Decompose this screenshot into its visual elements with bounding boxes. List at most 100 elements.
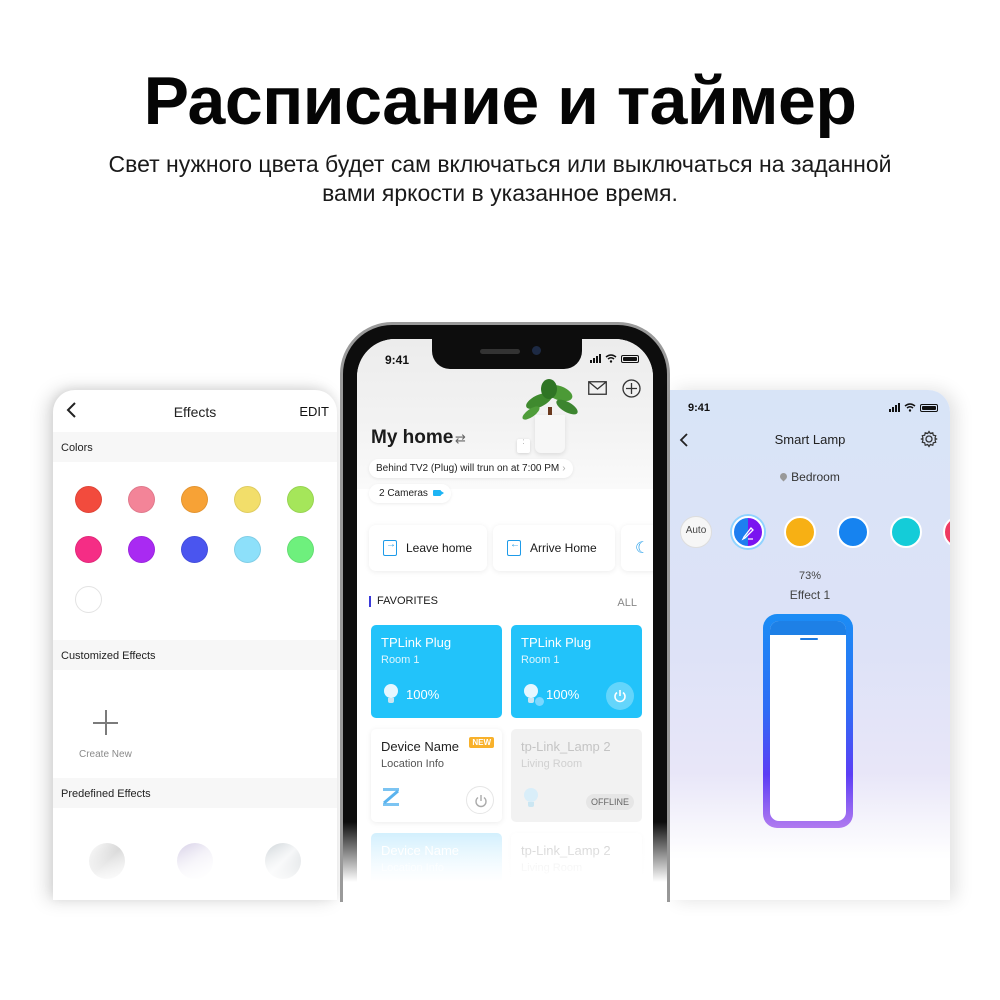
effects-header: Effects EDIT (53, 390, 337, 432)
device-card[interactable]: tp-Link_Lamp 2 Living Room (511, 833, 642, 902)
power-icon (614, 690, 626, 703)
device-card[interactable]: tp-Link_Lamp 2 Living Room OFFLINE (511, 729, 642, 822)
device-location: Room 1 (521, 654, 560, 666)
wifi-icon (904, 403, 916, 412)
leave-home-icon (383, 539, 397, 556)
device-level: 100% (406, 687, 440, 702)
color-swatch[interactable] (287, 536, 314, 563)
power-icon (475, 795, 487, 808)
scene-leave-home[interactable]: Leave home (369, 525, 487, 571)
scene-arrive-home[interactable]: Arrive Home (493, 525, 615, 571)
status-time: 9:41 (385, 353, 410, 367)
schedule-notice[interactable]: Behind TV2 (Plug) will trun on at 7:00 P… (369, 459, 573, 478)
new-badge: NEW (469, 737, 494, 748)
brightness-slider-fill (770, 621, 846, 635)
page-headline: Расписание и таймер (143, 63, 857, 139)
device-location: Living Room (521, 758, 583, 770)
scene-label: Leave home (406, 541, 473, 555)
device-name: tp-Link_Lamp 2 (521, 739, 611, 754)
status-bar-icons (889, 403, 938, 412)
favorites-all-link[interactable]: ALL (617, 597, 637, 609)
customized-effects-header: Customized Effects (53, 640, 337, 670)
signal-icon (889, 403, 900, 412)
color-swatch[interactable] (234, 536, 261, 563)
predefined-effect-3[interactable] (265, 843, 301, 879)
effects-screen: Effects EDIT Colors Customized Effects C… (53, 390, 337, 900)
mail-icon[interactable] (588, 381, 607, 395)
device-level: 100% (546, 687, 580, 702)
home-screen: ⁚ 9:41 My home ⇄ Behind TV2 (Plug) will … (357, 339, 653, 902)
speaker (480, 349, 520, 354)
color-swatch[interactable] (128, 536, 155, 563)
color-option[interactable] (784, 516, 816, 548)
battery-icon (621, 354, 639, 363)
power-button[interactable] (606, 682, 634, 710)
light-strip-icon (383, 788, 399, 806)
brightness-slider[interactable] (763, 614, 853, 828)
color-swatch[interactable] (287, 486, 314, 513)
device-title: Smart Lamp (774, 432, 846, 447)
device-name: tp-Link_Lamp 2 (521, 843, 611, 858)
color-swatch[interactable] (75, 486, 102, 513)
device-card[interactable]: TPLink Plug Room 1 100% (371, 625, 502, 718)
favorites-header: FAVORITES (369, 596, 438, 607)
effects-title: Effects (173, 404, 217, 420)
bulb-icon (523, 788, 539, 808)
plant-pot (535, 415, 565, 453)
front-camera (532, 346, 541, 355)
brightness-slider-handle[interactable] (800, 638, 818, 640)
color-option[interactable] (890, 516, 922, 548)
home-title[interactable]: My home (371, 427, 453, 449)
device-card[interactable]: Device Name Location Info NEW (371, 729, 502, 822)
color-swatch[interactable] (181, 486, 208, 513)
device-name: TPLink Plug (381, 635, 452, 650)
add-device-icon[interactable] (622, 379, 641, 398)
predefined-effects-header: Predefined Effects (53, 778, 337, 808)
wifi-icon (605, 354, 617, 363)
device-location: Living Room (521, 862, 583, 874)
color-swatch[interactable] (75, 586, 102, 613)
phone-frame: ⁚ 9:41 My home ⇄ Behind TV2 (Plug) will … (340, 322, 670, 902)
color-swatch[interactable] (234, 486, 261, 513)
device-card[interactable]: Device Name Location Info (371, 833, 502, 902)
predefined-effect-1[interactable] (89, 843, 125, 879)
color-option[interactable] (943, 516, 950, 548)
color-option-auto[interactable]: Auto (680, 516, 712, 548)
device-name: Device Name (381, 843, 460, 858)
switch-home-icon[interactable]: ⇄ (455, 431, 466, 447)
cameras-pill[interactable]: 2 Cameras (369, 484, 451, 503)
brightness-slider-track (770, 621, 846, 821)
battery-icon (920, 403, 938, 412)
scene-row: Leave home Arrive Home ☾ (369, 525, 653, 571)
smart-lamp-screen: 9:41 Smart Lamp Bedroom Auto 73% Effect … (670, 390, 950, 900)
color-option[interactable] (837, 516, 869, 548)
power-button[interactable] (466, 786, 494, 814)
gear-icon[interactable] (920, 430, 938, 448)
wall-socket: ⁚ (517, 439, 530, 453)
color-option-custom-effect[interactable] (732, 516, 764, 548)
create-new-button[interactable]: Create New (53, 670, 337, 778)
share-icon (535, 697, 544, 706)
color-swatch[interactable] (128, 486, 155, 513)
color-swatch[interactable] (75, 536, 102, 563)
edit-button[interactable]: EDIT (299, 404, 329, 419)
effect-name: Effect 1 (789, 588, 831, 602)
bulb-icon (383, 684, 399, 704)
signal-icon (590, 354, 601, 363)
device-location: Bedroom (670, 470, 950, 484)
scene-sleep[interactable]: ☾ (621, 525, 653, 571)
page-subheadline: Свет нужного цвета будет сам включаться … (108, 151, 892, 206)
location-label: Bedroom (791, 470, 840, 484)
predefined-effect-2[interactable] (177, 843, 213, 879)
predefined-effects-list (53, 808, 337, 900)
cameras-label: 2 Cameras (379, 488, 428, 499)
status-bar-icons (590, 354, 639, 363)
color-swatch[interactable] (181, 536, 208, 563)
plus-icon (93, 710, 118, 735)
schedule-notice-text: Behind TV2 (Plug) will trun on at 7:00 P… (376, 463, 560, 474)
power-button[interactable] (788, 860, 828, 900)
scene-label: Arrive Home (530, 541, 597, 555)
create-new-label: Create New (79, 749, 132, 760)
status-time: 9:41 (688, 402, 711, 414)
device-card[interactable]: TPLink Plug Room 1 100% (511, 625, 642, 718)
